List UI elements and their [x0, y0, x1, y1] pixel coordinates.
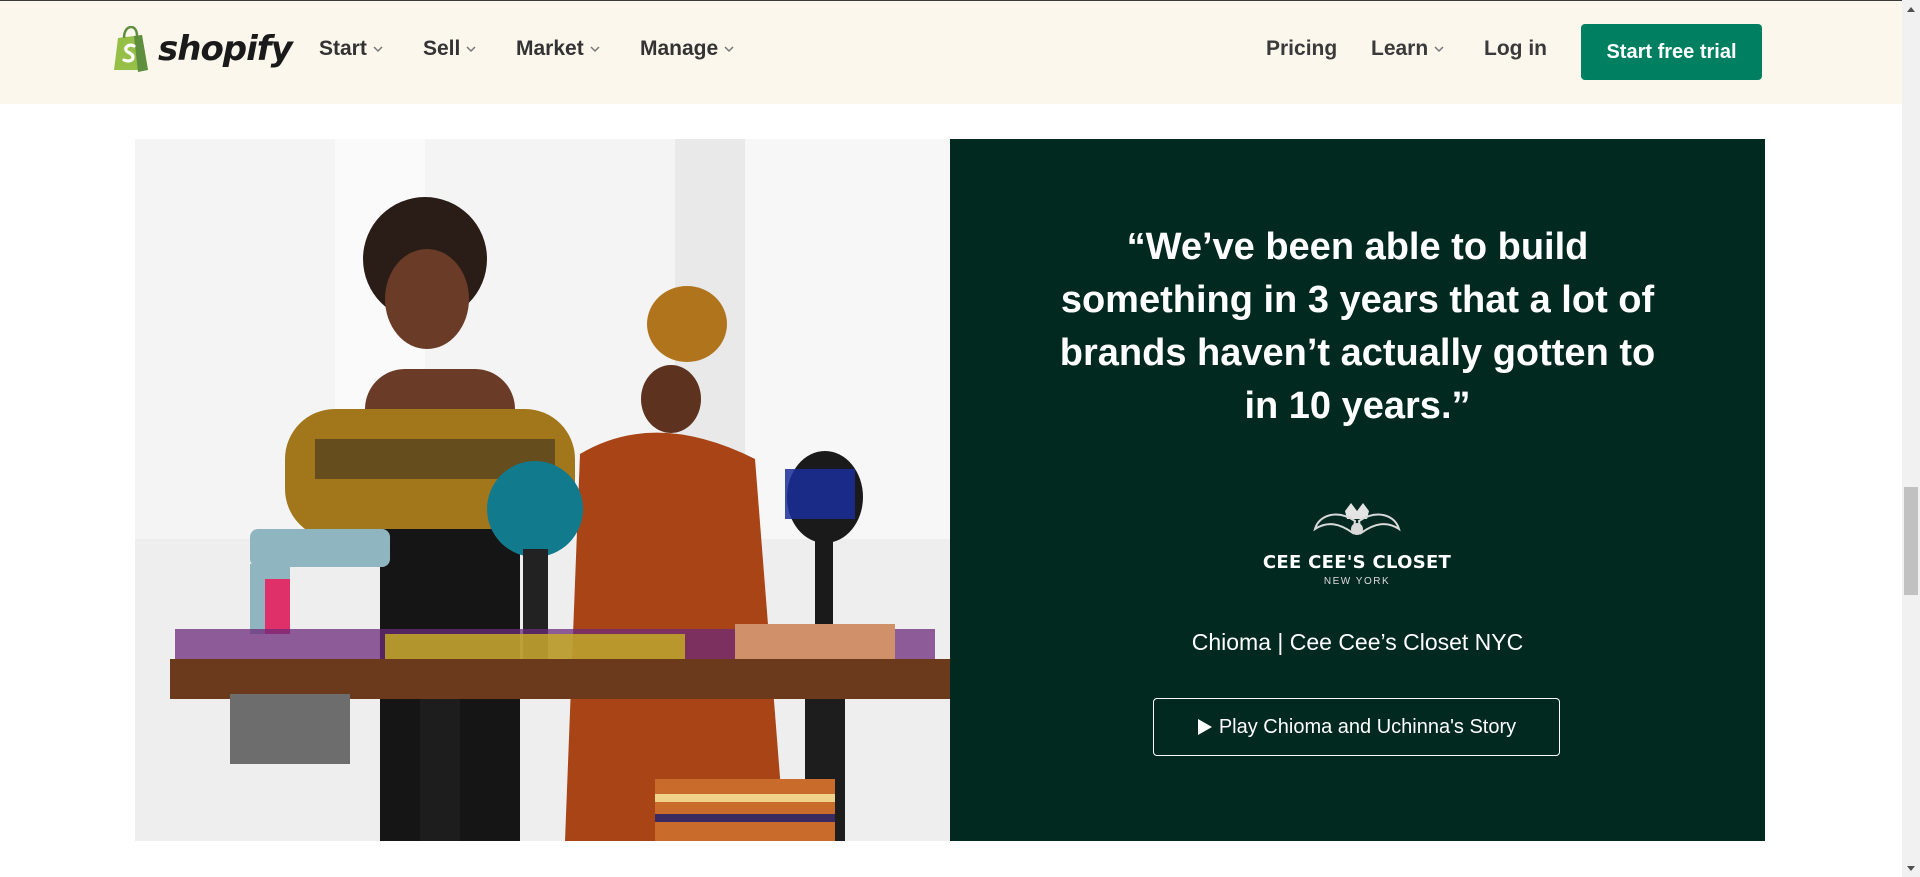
- play-story-label: Play Chioma and Uchinna's Story: [1218, 715, 1517, 738]
- testimonial-photo: [135, 139, 950, 841]
- chevron-down-icon: [1434, 46, 1444, 53]
- nav-start-label: Start: [319, 37, 367, 60]
- scroll-up-arrow-icon[interactable]: [1902, 0, 1920, 17]
- cee-cees-closet-logo: CEE CEE'S CLOSET NEW YORK: [1257, 499, 1457, 599]
- play-icon: [1197, 719, 1212, 735]
- nav-sell-label: Sell: [423, 37, 461, 60]
- play-story-button[interactable]: Play Chioma and Uchinna's Story: [1153, 698, 1560, 756]
- chevron-down-icon: [724, 46, 734, 53]
- nav-manage-label: Manage: [640, 37, 719, 60]
- chevron-down-icon: [373, 46, 383, 53]
- nav-learn[interactable]: Learn: [1371, 37, 1444, 61]
- nav-pricing[interactable]: Pricing: [1266, 37, 1337, 61]
- nav-manage[interactable]: Manage: [640, 37, 734, 61]
- vertical-scrollbar[interactable]: [1902, 0, 1920, 877]
- start-free-trial-button[interactable]: Start free trial: [1581, 24, 1762, 80]
- scrollbar-thumb[interactable]: [1904, 487, 1918, 595]
- nav-sell[interactable]: Sell: [423, 37, 476, 61]
- nav-pricing-label: Pricing: [1266, 37, 1338, 60]
- crown-crest-icon: [1313, 503, 1401, 535]
- shopify-logo[interactable]: shopify: [112, 24, 293, 74]
- testimonial-attribution: Chioma | Cee Cee’s Closet NYC: [1191, 629, 1524, 655]
- testimonial-quote: “We’ve been able to build something in 3…: [1059, 226, 1656, 427]
- nav-login-label: Log in: [1484, 37, 1547, 60]
- logo-wordmark: shopify: [158, 29, 293, 69]
- brand-logo-subtitle: NEW YORK: [1323, 576, 1391, 587]
- chevron-down-icon: [590, 46, 600, 53]
- scroll-down-arrow-icon[interactable]: [1902, 860, 1920, 877]
- nav-learn-label: Learn: [1371, 37, 1429, 60]
- nav-market-label: Market: [516, 37, 584, 60]
- nav-login[interactable]: Log in: [1484, 37, 1547, 61]
- shopping-bag-icon: [114, 26, 148, 72]
- brand-logo-name: CEE CEE'S CLOSET: [1262, 552, 1452, 573]
- site-header: shopify Start Sell Market Manage Pricing…: [0, 1, 1902, 104]
- nav-start[interactable]: Start: [319, 37, 383, 61]
- chevron-down-icon: [466, 46, 476, 53]
- nav-market[interactable]: Market: [516, 37, 600, 61]
- testimonial-panel: “We’ve been able to build something in 3…: [950, 139, 1765, 841]
